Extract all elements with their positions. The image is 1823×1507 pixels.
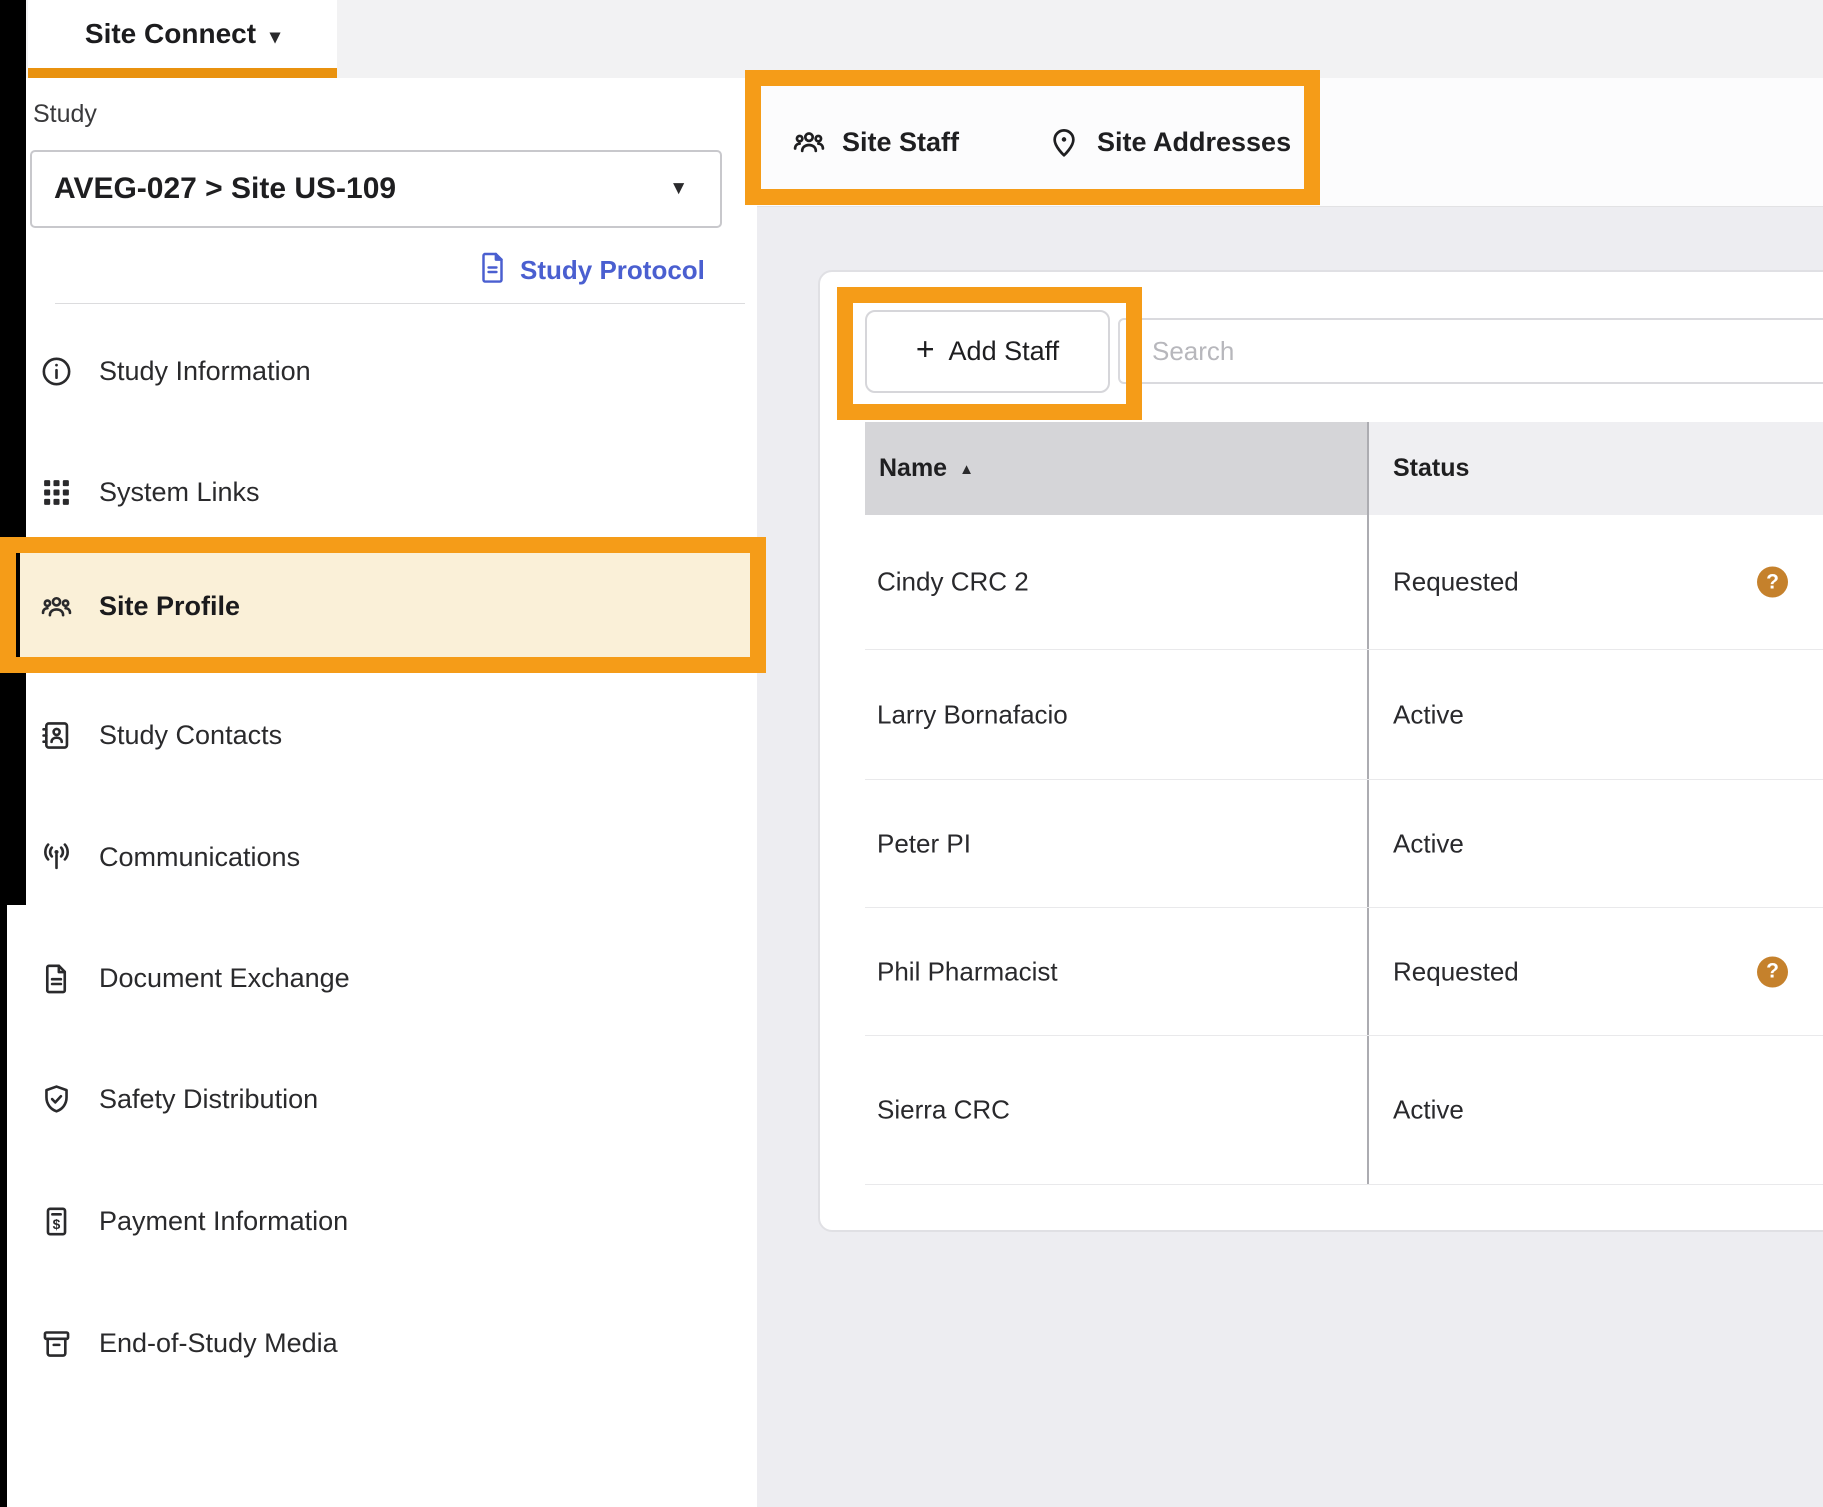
people-icon [792, 125, 826, 159]
help-question-icon[interactable]: ? [1757, 956, 1788, 987]
staff-name: Phil Pharmacist [877, 956, 1058, 987]
info-icon [40, 355, 73, 388]
staff-name: Sierra CRC [877, 1095, 1010, 1126]
sidebar-item-label: Communications [99, 842, 300, 873]
contact-card-icon [40, 719, 73, 752]
tab-site-addresses[interactable]: Site Addresses [1047, 78, 1291, 206]
study-protocol-link[interactable]: Study Protocol [479, 248, 705, 292]
tab-label: Site Addresses [1097, 127, 1291, 158]
tab-site-staff[interactable]: Site Staff [792, 78, 959, 206]
add-staff-button[interactable]: + Add Staff [865, 310, 1110, 393]
status-value: Active [1393, 699, 1464, 730]
video-frame-left-border-thin [0, 905, 7, 1507]
people-icon [40, 590, 73, 623]
sidebar-item-label: Study Information [99, 356, 311, 387]
tab-label: Site Staff [842, 127, 959, 158]
sidebar-item-study-contacts[interactable]: Study Contacts [40, 713, 720, 757]
payment-doc-icon: $ [40, 1205, 73, 1238]
table-row[interactable]: Sierra CRC Active [865, 1036, 1823, 1185]
sidebar-item-communications[interactable]: Communications [40, 835, 720, 879]
sidebar-item-label: Payment Information [99, 1206, 348, 1237]
sidebar-item-end-of-study-media[interactable]: End-of-Study Media [40, 1321, 720, 1365]
name-header-label: Name [879, 454, 947, 483]
sidebar-item-label: End-of-Study Media [99, 1328, 338, 1359]
document-blue-icon [479, 251, 506, 289]
location-pin-icon [1047, 125, 1081, 159]
table-row[interactable]: Larry Bornafacio Active [865, 650, 1823, 780]
app-tab-label: Site Connect [85, 18, 256, 50]
document-icon [40, 962, 73, 995]
sort-ascending-icon: ▲ [959, 461, 974, 478]
sidebar-item-payment-information[interactable]: $ Payment Information [40, 1199, 720, 1243]
sidebar-item-label: Safety Distribution [99, 1084, 318, 1115]
chevron-down-icon: ▼ [669, 178, 688, 200]
video-frame-left-border [0, 0, 26, 905]
sidebar-item-label: System Links [99, 477, 260, 508]
sidebar-item-system-links[interactable]: System Links [40, 470, 720, 514]
column-header-status[interactable]: Status [1369, 422, 1823, 515]
sidebar-item-label: Site Profile [99, 591, 240, 622]
status-value: Active [1393, 1095, 1464, 1126]
sidebar [26, 78, 758, 1507]
sidebar-item-label: Study Contacts [99, 720, 282, 751]
app-tab-site-connect[interactable]: Site Connect ▾ [28, 0, 337, 68]
table-row[interactable]: Peter PI Active [865, 780, 1823, 908]
svg-text:$: $ [53, 1217, 61, 1232]
study-protocol-label: Study Protocol [520, 255, 705, 286]
status-value: Active [1393, 828, 1464, 859]
status-value: Requested [1393, 956, 1519, 987]
study-selector-value: AVEG-027 > Site US-109 [54, 172, 396, 206]
sidebar-item-site-profile[interactable]: Site Profile [40, 584, 720, 628]
staff-search-input[interactable] [1118, 318, 1823, 384]
shield-check-icon [40, 1083, 73, 1116]
table-row[interactable]: Cindy CRC 2 Requested ? [865, 515, 1823, 650]
column-header-name[interactable]: Name ▲ [865, 422, 1367, 515]
status-value: Requested [1393, 567, 1519, 598]
help-question-icon[interactable]: ? [1757, 567, 1788, 598]
grid-icon [40, 476, 73, 509]
archive-box-icon [40, 1327, 73, 1360]
chevron-down-icon: ▾ [270, 24, 280, 49]
sidebar-item-study-information[interactable]: Study Information [40, 349, 720, 393]
study-selector-dropdown[interactable]: AVEG-027 > Site US-109 ▼ [30, 150, 722, 228]
staff-name: Peter PI [877, 828, 971, 859]
staff-name: Larry Bornafacio [877, 699, 1068, 730]
staff-name: Cindy CRC 2 [877, 567, 1029, 598]
sidebar-item-document-exchange[interactable]: Document Exchange [40, 956, 720, 1000]
study-field-label: Study [33, 100, 97, 129]
antenna-icon [40, 841, 73, 874]
plus-icon: + [916, 331, 935, 368]
sidebar-item-safety-distribution[interactable]: Safety Distribution [40, 1077, 720, 1121]
table-row[interactable]: Phil Pharmacist Requested ? [865, 908, 1823, 1036]
add-staff-label: Add Staff [949, 336, 1060, 367]
status-header-label: Status [1393, 454, 1469, 483]
sidebar-divider [55, 303, 745, 304]
sidebar-item-label: Document Exchange [99, 963, 350, 994]
